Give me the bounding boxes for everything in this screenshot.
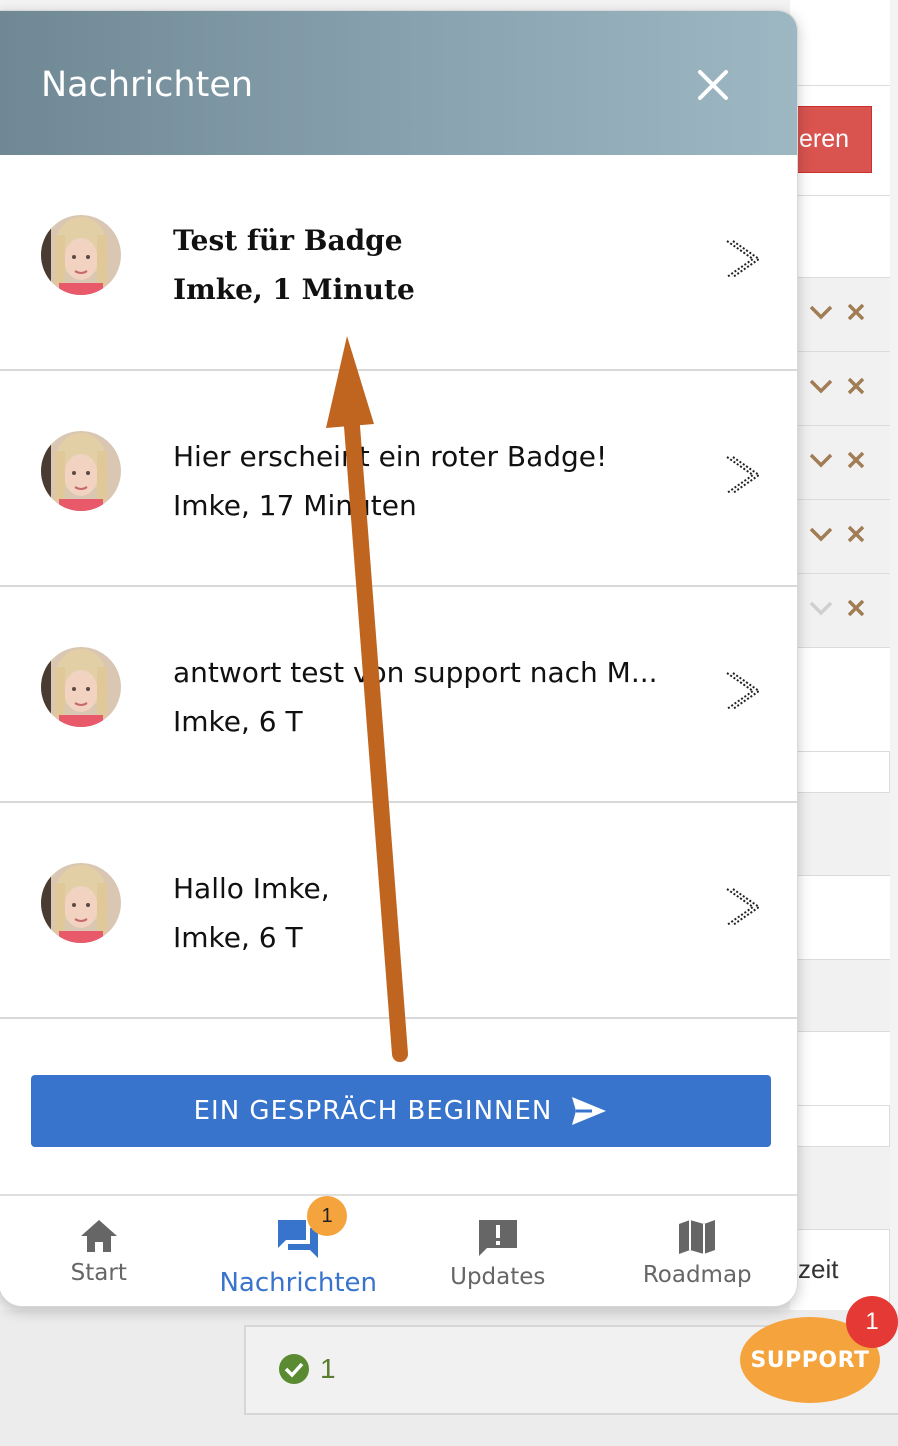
chevron-right-icon: [726, 672, 759, 710]
nav-updates-label: Updates: [450, 1264, 546, 1290]
nav-start[interactable]: Start: [0, 1196, 199, 1306]
conversation-title: Test für Badge: [173, 224, 403, 257]
background-row: [790, 1146, 890, 1230]
status-count: 1: [320, 1353, 336, 1384]
background-row: [790, 1032, 890, 1106]
close-icon[interactable]: [695, 67, 731, 103]
reject-x-icon[interactable]: [846, 524, 866, 544]
nav-roadmap[interactable]: Roadmap: [598, 1196, 798, 1306]
check-chevron-icon[interactable]: [808, 599, 834, 617]
conversation-meta: Imke, 1 Minute: [173, 273, 415, 306]
conversation-item[interactable]: Test für Badge Imke, 1 Minute: [0, 155, 797, 371]
conversation-item[interactable]: Hallo Imke, Imke, 6 T: [0, 803, 797, 1019]
background-row: [790, 196, 890, 278]
nav-nachrichten[interactable]: Nachrichten: [199, 1196, 399, 1306]
background-column-label: zeit: [798, 1254, 839, 1284]
map-icon: [679, 1220, 716, 1254]
check-circle-icon: [279, 1354, 309, 1384]
bottom-navigation: Start Nachrichten Updates Roadmap 1: [0, 1194, 798, 1306]
background-row: [790, 792, 890, 876]
background-row-actions: [808, 514, 888, 554]
conversation-text: Hier erscheint ein roter Badge! Imke, 17…: [173, 439, 673, 524]
conversation-item[interactable]: antwort test von support nach M... Imke,…: [0, 587, 797, 803]
nav-updates[interactable]: Updates: [398, 1196, 598, 1306]
conversation-title: antwort test von support nach M...: [173, 656, 658, 689]
home-icon: [80, 1220, 117, 1252]
conversation-meta: Imke, 6 T: [173, 921, 303, 954]
conversation-item[interactable]: Hier erscheint ein roter Badge! Imke, 17…: [0, 371, 797, 587]
check-chevron-icon[interactable]: [808, 303, 834, 321]
nav-nachrichten-label: Nachrichten: [219, 1268, 377, 1298]
reject-x-icon[interactable]: [846, 450, 866, 470]
start-conversation-label: EIN GESPRÄCH BEGINNEN: [193, 1096, 553, 1126]
conversation-title: Hier erscheint ein roter Badge!: [173, 440, 608, 473]
background-row-actions: [808, 588, 888, 628]
reject-x-icon[interactable]: [846, 302, 866, 322]
avatar: [41, 647, 121, 727]
background-row: [790, 648, 890, 752]
start-conversation-button[interactable]: EIN GESPRÄCH BEGINNEN: [31, 1075, 771, 1147]
avatar: [41, 431, 121, 511]
background-row: [790, 876, 890, 960]
background-row-actions: [808, 440, 888, 480]
conversation-list: Test für Badge Imke, 1 Minute Hier ersch…: [0, 155, 797, 1019]
check-chevron-icon[interactable]: [808, 525, 834, 543]
conversation-text: antwort test von support nach M... Imke,…: [173, 655, 673, 740]
status-check: 1: [278, 1353, 336, 1385]
support-unread-badge: 1: [846, 1296, 898, 1348]
avatar: [41, 215, 121, 295]
nav-roadmap-label: Roadmap: [642, 1262, 752, 1288]
background-row: [790, 0, 890, 86]
chevron-right-icon: [726, 240, 759, 278]
background-row-actions: [808, 292, 888, 332]
chevron-right-icon: [726, 456, 759, 494]
check-chevron-icon[interactable]: [808, 377, 834, 395]
messages-panel: Nachrichten Test für Badge Imke, 1 Minut…: [0, 10, 798, 1307]
alert-message-icon: [478, 1220, 517, 1256]
chevron-right-icon: [726, 888, 759, 926]
conversation-meta: Imke, 6 T: [173, 705, 303, 738]
avatar: [41, 863, 121, 943]
reject-x-icon[interactable]: [846, 598, 866, 618]
conversation-text: Test für Badge Imke, 1 Minute: [173, 223, 673, 308]
conversation-text: Hallo Imke, Imke, 6 T: [173, 871, 673, 956]
panel-header: Nachrichten: [0, 11, 797, 155]
conversation-title: Hallo Imke,: [173, 872, 330, 905]
conversation-meta: Imke, 17 Minuten: [173, 489, 417, 522]
nav-start-label: Start: [70, 1260, 127, 1286]
check-chevron-icon[interactable]: [808, 451, 834, 469]
panel-title: Nachrichten: [41, 65, 254, 105]
send-icon: [572, 1097, 607, 1125]
background-row-actions: [808, 366, 888, 406]
background-row: [790, 960, 890, 1032]
reject-x-icon[interactable]: [846, 376, 866, 396]
nav-nachrichten-badge: 1: [307, 1196, 347, 1236]
